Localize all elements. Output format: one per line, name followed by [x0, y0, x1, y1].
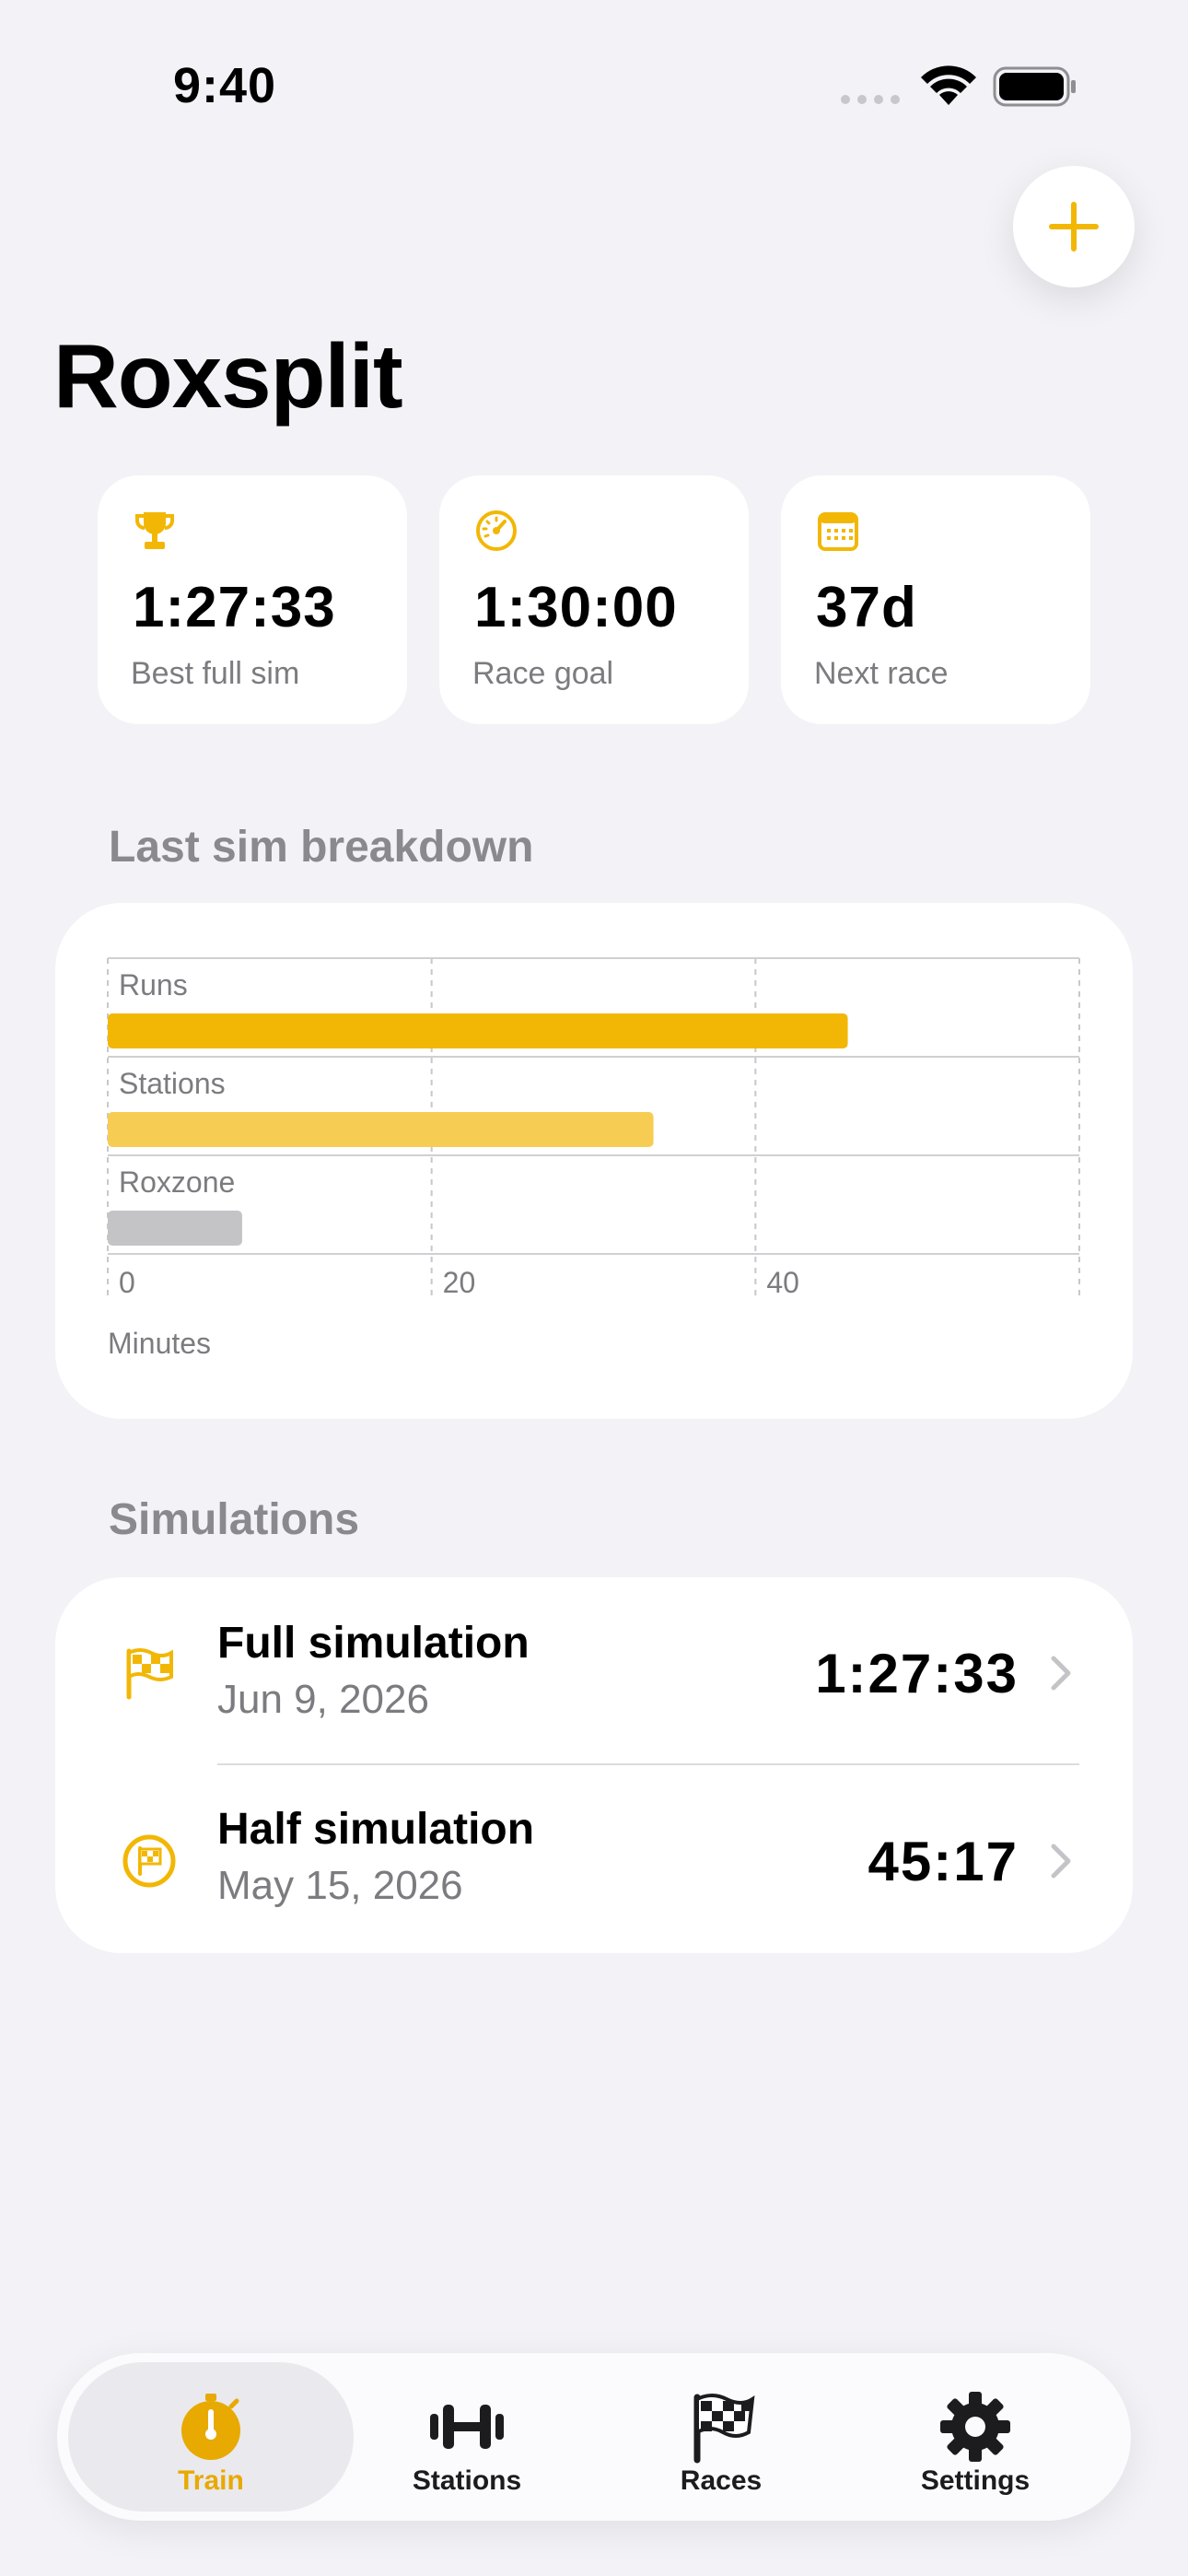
race-flag-icon — [693, 2394, 755, 2464]
simulation-row-half[interactable]: Half simulation May 15, 2026 45:17 — [55, 1765, 1133, 1955]
simulation-date: May 15, 2026 — [217, 1863, 463, 1908]
simulation-title: Half simulation — [217, 1805, 535, 1854]
page-title: Roxsplit — [53, 325, 403, 427]
speedometer-icon — [476, 510, 517, 551]
stat-value: 1:27:33 — [133, 576, 336, 639]
breakdown-chart: Runs Stations Roxzone 0 20 40 Minutes — [107, 957, 1080, 1360]
status-time: 9:40 — [173, 58, 277, 113]
tab-races[interactable]: Races — [578, 2362, 864, 2512]
breakdown-header: Last sim breakdown — [109, 823, 534, 872]
breakdown-card: Runs Stations Roxzone 0 20 40 Minutes — [55, 903, 1133, 1419]
category-label: Roxzone — [119, 1165, 235, 1199]
tab-train[interactable]: Train — [68, 2362, 354, 2512]
simulation-title: Full simulation — [217, 1619, 530, 1668]
stopwatch-icon — [181, 2394, 240, 2460]
category-label: Stations — [119, 1067, 226, 1100]
gear-icon — [940, 2392, 1010, 2462]
flag-circle-icon — [122, 1834, 176, 1888]
simulation-row-full[interactable]: Full simulation Jun 9, 2026 1:27:33 — [55, 1577, 1133, 1767]
calendar-icon — [818, 512, 858, 551]
stat-value: 37d — [816, 576, 917, 639]
stat-card-best-sim[interactable]: 1:27:33 Best full sim — [98, 475, 407, 724]
simulations-card: Full simulation Jun 9, 2026 1:27:33 Half… — [55, 1577, 1133, 1953]
tab-label: Races — [680, 2465, 763, 2496]
battery-icon — [993, 66, 1076, 107]
stat-card-race-goal[interactable]: 1:30:00 Race goal — [439, 475, 749, 724]
tab-bar: Train Stations Races Settings — [57, 2353, 1131, 2521]
stat-label: Best full sim — [131, 656, 300, 691]
tab-settings[interactable]: Settings — [833, 2362, 1118, 2512]
stat-label: Next race — [814, 656, 949, 691]
signal-icon — [841, 95, 900, 104]
simulation-time: 45:17 — [868, 1831, 1019, 1892]
bar-roxzone — [108, 1211, 242, 1246]
chevron-right-icon — [1051, 1656, 1071, 1691]
checkered-flag-icon — [126, 1648, 173, 1700]
plus-icon — [1049, 202, 1099, 252]
tab-label: Train — [178, 2465, 244, 2496]
stat-label: Race goal — [472, 656, 614, 691]
stat-value: 1:30:00 — [474, 576, 678, 639]
trophy-icon — [135, 512, 174, 549]
stat-card-next-race[interactable]: 37d Next race — [781, 475, 1090, 724]
bar-stations — [108, 1112, 654, 1147]
tick-label: 20 — [443, 1266, 476, 1299]
simulations-header: Simulations — [109, 1495, 360, 1544]
simulation-date: Jun 9, 2026 — [217, 1677, 429, 1722]
tab-label: Stations — [412, 2465, 522, 2496]
chevron-right-icon — [1051, 1844, 1071, 1879]
x-axis-label: Minutes — [108, 1327, 211, 1360]
wifi-icon — [921, 65, 976, 105]
add-button[interactable] — [1013, 166, 1135, 287]
tick-label: 40 — [766, 1266, 799, 1299]
tick-label: 0 — [119, 1266, 135, 1299]
category-label: Runs — [119, 968, 188, 1001]
bar-runs — [108, 1013, 848, 1048]
simulation-time: 1:27:33 — [815, 1643, 1019, 1704]
tab-stations[interactable]: Stations — [324, 2362, 610, 2512]
tab-label: Settings — [920, 2465, 1031, 2496]
dumbbell-icon — [430, 2405, 504, 2449]
